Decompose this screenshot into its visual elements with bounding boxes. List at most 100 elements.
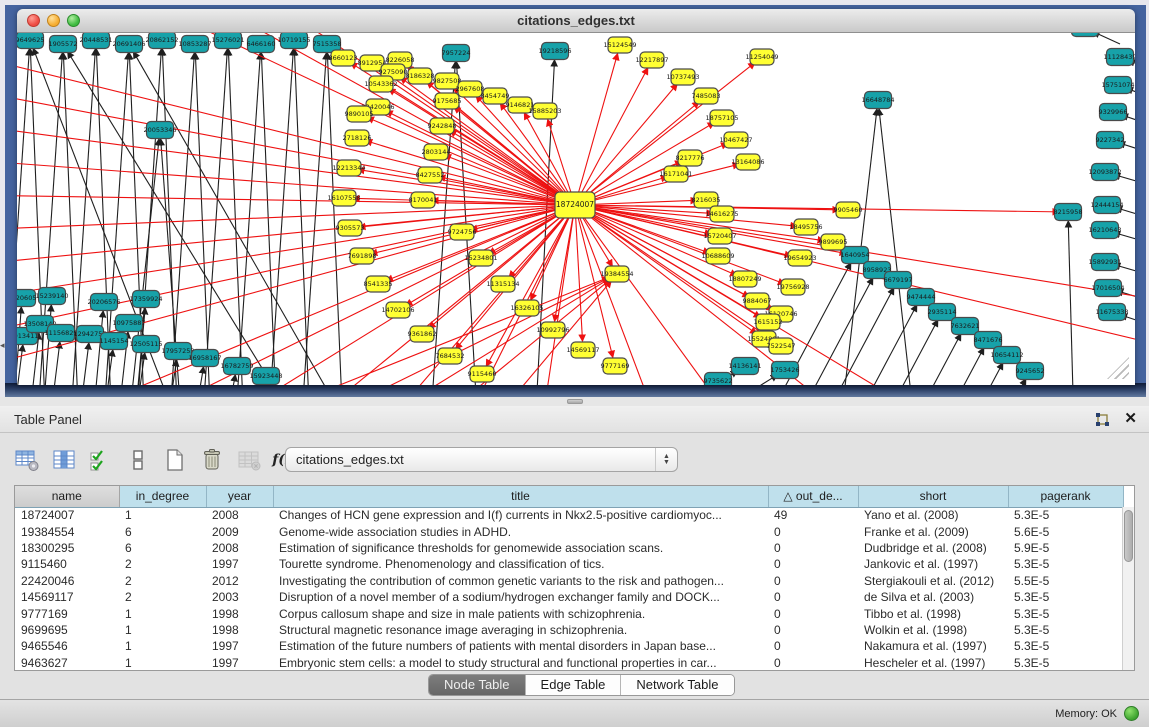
citation-edge[interactable] (17, 195, 575, 205)
network-node[interactable]: 1905572 (49, 36, 78, 53)
network-node[interactable]: 9649625 (17, 33, 44, 49)
network-node[interactable]: 10719155 (277, 33, 310, 49)
panel-collapse-arrow-icon[interactable]: ◂ (0, 338, 8, 352)
network-node[interactable]: 16107558 (327, 190, 360, 206)
network-node[interactable]: 1615152 (754, 314, 783, 330)
network-node[interactable]: 10543362 (364, 76, 397, 92)
citation-edge[interactable] (922, 363, 1003, 385)
network-node[interactable]: 8427552 (416, 167, 445, 183)
citation-edge[interactable] (225, 375, 235, 385)
network-node[interactable]: 16210643 (1088, 222, 1121, 239)
network-node[interactable]: 12213344 (332, 160, 365, 176)
network-node[interactable]: 7632621 (951, 318, 980, 335)
network-node[interactable]: 13164086 (731, 154, 764, 170)
splitter-handle[interactable] (567, 399, 583, 404)
network-node[interactable]: 12505115 (129, 336, 162, 353)
citation-edge[interactable] (575, 205, 1135, 345)
network-node[interactable]: 19654923 (783, 250, 816, 266)
network-node[interactable]: 15892931 (1088, 254, 1121, 271)
citation-edge[interactable] (193, 367, 204, 385)
network-node[interactable]: 15239140 (35, 288, 68, 305)
citation-edge[interactable] (879, 109, 915, 385)
float-panel-icon[interactable] (1094, 411, 1110, 427)
network-node[interactable]: 9115460 (468, 366, 497, 382)
network-node[interactable]: 16171041 (659, 166, 692, 182)
network-node[interactable]: 15720407 (703, 228, 736, 244)
network-node[interactable]: 16326105 (510, 300, 543, 316)
table-row[interactable]: 2242004622012Investigating the contribut… (15, 573, 1123, 589)
panel-splitter[interactable] (0, 397, 1149, 406)
network-node[interactable]: 19572024 (1068, 33, 1101, 37)
network-node[interactable]: 9884067 (743, 293, 772, 309)
column-header-title[interactable]: title (273, 486, 768, 507)
network-node[interactable]: 10853287 (178, 36, 211, 53)
table-row[interactable]: 977716911998Corpus callosum shape and si… (15, 605, 1123, 621)
column-header-in-degree[interactable]: in_degree (119, 486, 206, 507)
network-node[interactable]: 1753426 (771, 362, 800, 379)
scrollbar-thumb[interactable] (1124, 510, 1133, 562)
network-node[interactable]: 12217897 (635, 52, 668, 68)
citation-edge[interactable] (301, 53, 326, 385)
citation-edge[interactable] (945, 379, 1026, 385)
network-node[interactable]: 20206576 (87, 294, 120, 311)
show-columns-icon[interactable] (49, 445, 79, 475)
network-node[interactable]: 9305573 (336, 220, 365, 236)
network-node[interactable]: 7485083 (692, 88, 721, 104)
network-view-window[interactable]: citations_edges.txt 96496251905572204485… (17, 9, 1135, 385)
table-row[interactable]: 1456911722003Disruption of a novel membe… (15, 589, 1123, 605)
table-row[interactable]: 1938455462009Genome-wide association stu… (15, 523, 1123, 539)
citation-edge[interactable] (575, 84, 677, 205)
network-node[interactable]: 9890105 (345, 106, 374, 122)
network-node[interactable]: 8541335 (364, 276, 393, 292)
network-node[interactable]: 8215958 (1054, 204, 1083, 221)
citation-edge[interactable] (575, 54, 618, 205)
network-node[interactable]: 7957224 (442, 45, 471, 62)
network-node[interactable]: 2803144 (422, 144, 451, 160)
network-node[interactable]: 17359924 (129, 291, 162, 308)
network-node[interactable]: 18495756 (789, 219, 822, 235)
network-canvas[interactable]: 9649625190557220448531206914062086215210… (17, 33, 1135, 385)
network-node[interactable]: 11315134 (486, 276, 519, 292)
network-node[interactable]: 16958167 (188, 350, 221, 367)
delete-icon[interactable] (197, 445, 227, 475)
column-header-name[interactable]: name (15, 486, 119, 507)
network-node[interactable]: 14136141 (728, 358, 761, 375)
network-node[interactable]: 20448531 (79, 33, 112, 49)
network-node[interactable]: 1640954 (841, 247, 870, 264)
network-node[interactable]: 9175685 (433, 93, 462, 109)
column-header-year[interactable]: year (206, 486, 273, 507)
table-row[interactable]: 911546021997Tourette syndrome. Phenomeno… (15, 556, 1123, 572)
network-node[interactable]: 10992796 (536, 322, 569, 338)
memory-ok-indicator[interactable] (1124, 706, 1139, 721)
network-node[interactable]: 9329966 (1099, 104, 1128, 121)
network-node[interactable]: 19384554 (600, 266, 633, 282)
table-vertical-scrollbar[interactable] (1122, 507, 1134, 670)
network-node[interactable]: 9777169 (601, 358, 630, 374)
citation-edge[interactable] (366, 141, 575, 205)
citation-edge[interactable] (880, 334, 961, 385)
table-select-dropdown[interactable]: citations_edges.txt ▲▼ (285, 447, 678, 472)
column-header-short[interactable]: short (858, 486, 1008, 507)
network-node[interactable]: 9245652 (1016, 363, 1045, 380)
network-node[interactable]: 8186328 (406, 68, 435, 84)
table-options-icon[interactable] (12, 445, 42, 475)
network-node[interactable]: 15885203 (528, 103, 561, 119)
network-node[interactable]: 16648784 (861, 92, 894, 109)
network-node[interactable]: 14702106 (381, 302, 414, 318)
network-node[interactable]: 12093872 (1088, 164, 1121, 181)
table-row[interactable]: 1872400712008Changes of HCN gene express… (15, 507, 1123, 523)
network-node[interactable]: 14616275 (705, 206, 738, 222)
network-node[interactable]: 17016504 (1091, 280, 1124, 297)
network-node[interactable]: 14569117 (566, 342, 599, 358)
network-node[interactable]: 6466160 (247, 36, 276, 53)
network-node[interactable]: 7522547 (767, 338, 796, 354)
network-node[interactable]: 20862152 (145, 33, 178, 49)
network-node[interactable]: 7684532 (436, 348, 465, 364)
column-header-out-degree[interactable]: △ out_de... (768, 486, 858, 507)
citation-edge[interactable] (169, 53, 194, 385)
network-node[interactable]: 9474444 (907, 289, 936, 306)
citation-edge[interactable] (78, 343, 89, 385)
network-node[interactable]: 11675338 (1095, 304, 1128, 321)
network-node[interactable]: 15234801 (464, 250, 497, 266)
network-node[interactable]: 15124549 (603, 37, 636, 53)
